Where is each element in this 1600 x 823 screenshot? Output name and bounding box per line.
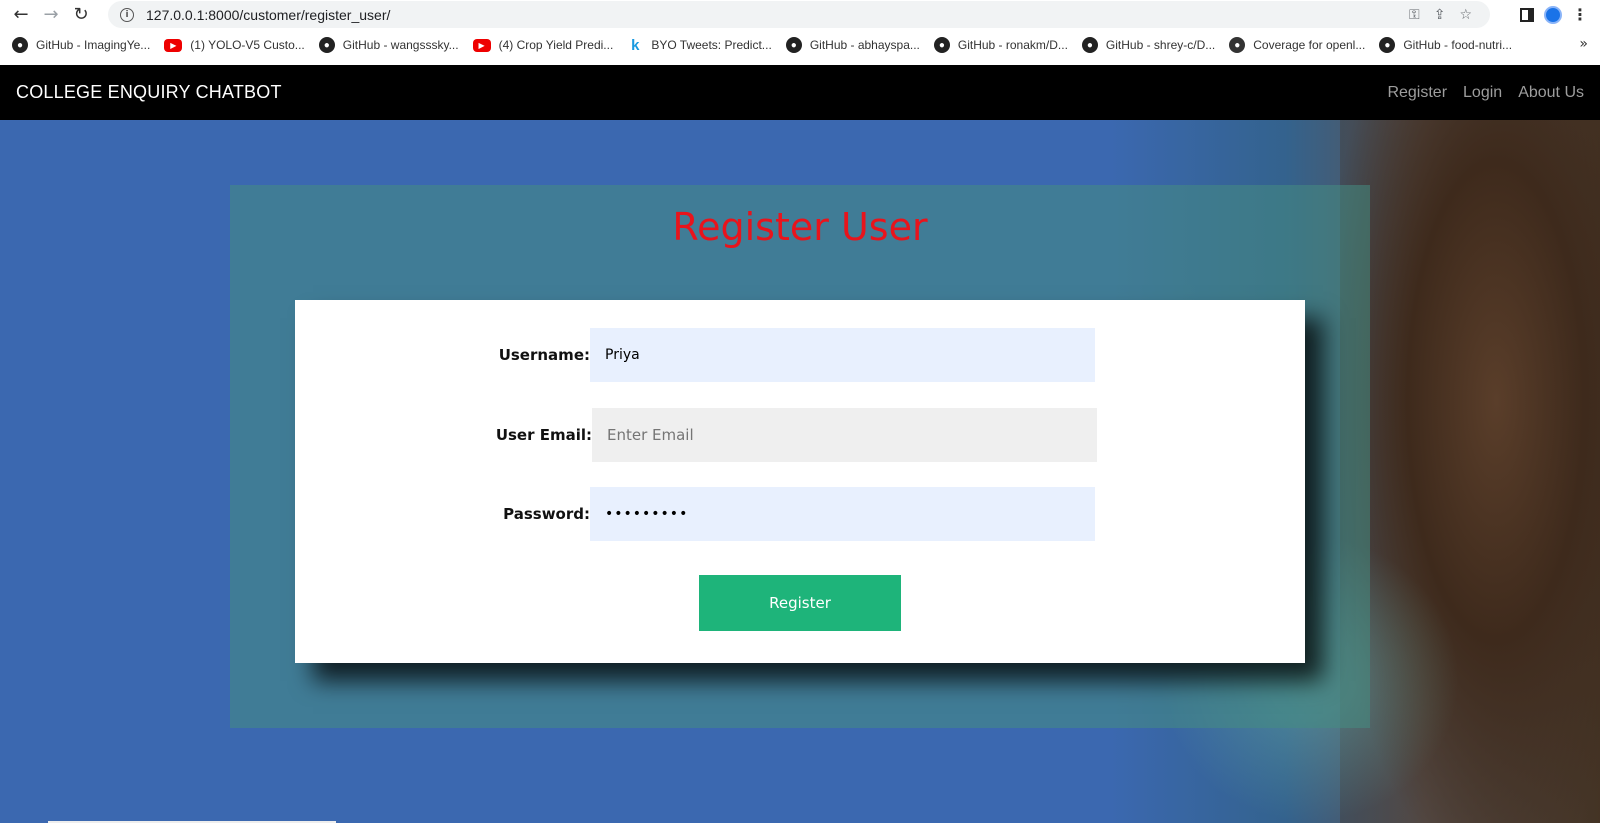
register-form: Username: User Email: Password: Register: [295, 300, 1305, 663]
url-text[interactable]: 127.0.0.1:8000/customer/register_user/: [146, 7, 390, 23]
star-icon[interactable]: ☆: [1459, 7, 1472, 23]
register-panel: Register User Username: User Email: Pass…: [230, 185, 1370, 728]
nav-link-register[interactable]: Register: [1387, 84, 1447, 102]
side-panel-icon[interactable]: [1520, 7, 1534, 22]
bookmark-item[interactable]: ● GitHub - shrey-c/D...: [1081, 33, 1215, 57]
bookmark-item[interactable]: ● GitHub - ronakm/D...: [933, 33, 1068, 57]
back-arrow-icon[interactable]: ←: [6, 0, 36, 29]
password-input[interactable]: [590, 487, 1095, 541]
bookmark-item[interactable]: ● Coverage for openl...: [1229, 33, 1365, 57]
reload-icon[interactable]: ↻: [66, 0, 96, 29]
nav-link-about-us[interactable]: About Us: [1518, 84, 1584, 102]
github-icon: ●: [12, 37, 28, 53]
bookmarks-bar: ● GitHub - ImagingYe... ▶ (1) YOLO-V5 Cust…: [0, 31, 1600, 59]
youtube-icon: ▶: [472, 38, 491, 52]
bookmark-item[interactable]: ▶ (1) YOLO-V5 Custo...: [164, 33, 305, 57]
share-icon[interactable]: ⇪: [1434, 7, 1446, 23]
address-bar[interactable]: i 127.0.0.1:8000/customer/register_user/…: [108, 1, 1490, 28]
email-input[interactable]: [592, 408, 1097, 462]
github-icon: ●: [318, 37, 335, 53]
password-label: Password:: [503, 505, 590, 523]
extension-icon[interactable]: [1544, 5, 1562, 24]
email-row: User Email:: [295, 408, 1305, 462]
username-input[interactable]: [590, 328, 1095, 382]
youtube-icon: ▶: [164, 38, 183, 52]
github-icon: ●: [1081, 37, 1098, 53]
browser-toolbar: ← → ↻ i 127.0.0.1:8000/customer/register…: [0, 0, 1600, 29]
globe-icon: ●: [1229, 37, 1246, 53]
bookmark-item[interactable]: ● GitHub - ImagingYe...: [12, 33, 150, 57]
bookmark-item[interactable]: ● GitHub - wangsssky...: [318, 33, 459, 57]
site-info-icon[interactable]: i: [120, 7, 134, 22]
page-body: COLLEGE ENQUIRY CHATBOT Register Login A…: [0, 65, 1600, 823]
github-icon: ●: [785, 37, 802, 53]
brand-title[interactable]: COLLEGE ENQUIRY CHATBOT: [16, 82, 282, 103]
username-row: Username:: [295, 328, 1305, 382]
github-icon: ●: [933, 37, 950, 53]
nav-link-login[interactable]: Login: [1463, 84, 1502, 102]
site-navbar: COLLEGE ENQUIRY CHATBOT Register Login A…: [0, 65, 1600, 120]
menu-dots-icon[interactable]: ⋮: [1572, 5, 1588, 24]
bookmark-item[interactable]: k BYO Tweets: Predict...: [627, 33, 772, 57]
page-title: Register User: [672, 205, 928, 249]
chevron-double-right-icon[interactable]: »: [1579, 36, 1588, 52]
bookmark-item[interactable]: ● GitHub - food-nutri...: [1379, 33, 1512, 57]
username-label: Username:: [498, 346, 590, 364]
email-label: User Email:: [495, 426, 592, 444]
key-icon[interactable]: ⚿: [1409, 7, 1420, 23]
bookmark-item[interactable]: ▶ (4) Crop Yield Predi...: [472, 33, 613, 57]
bookmark-item[interactable]: ● GitHub - abhayspa...: [785, 33, 920, 57]
kaggle-icon: k: [631, 36, 640, 54]
github-icon: ●: [1379, 37, 1396, 53]
password-row: Password:: [295, 487, 1305, 541]
register-button[interactable]: Register: [699, 575, 901, 631]
forward-arrow-icon[interactable]: →: [36, 0, 66, 29]
